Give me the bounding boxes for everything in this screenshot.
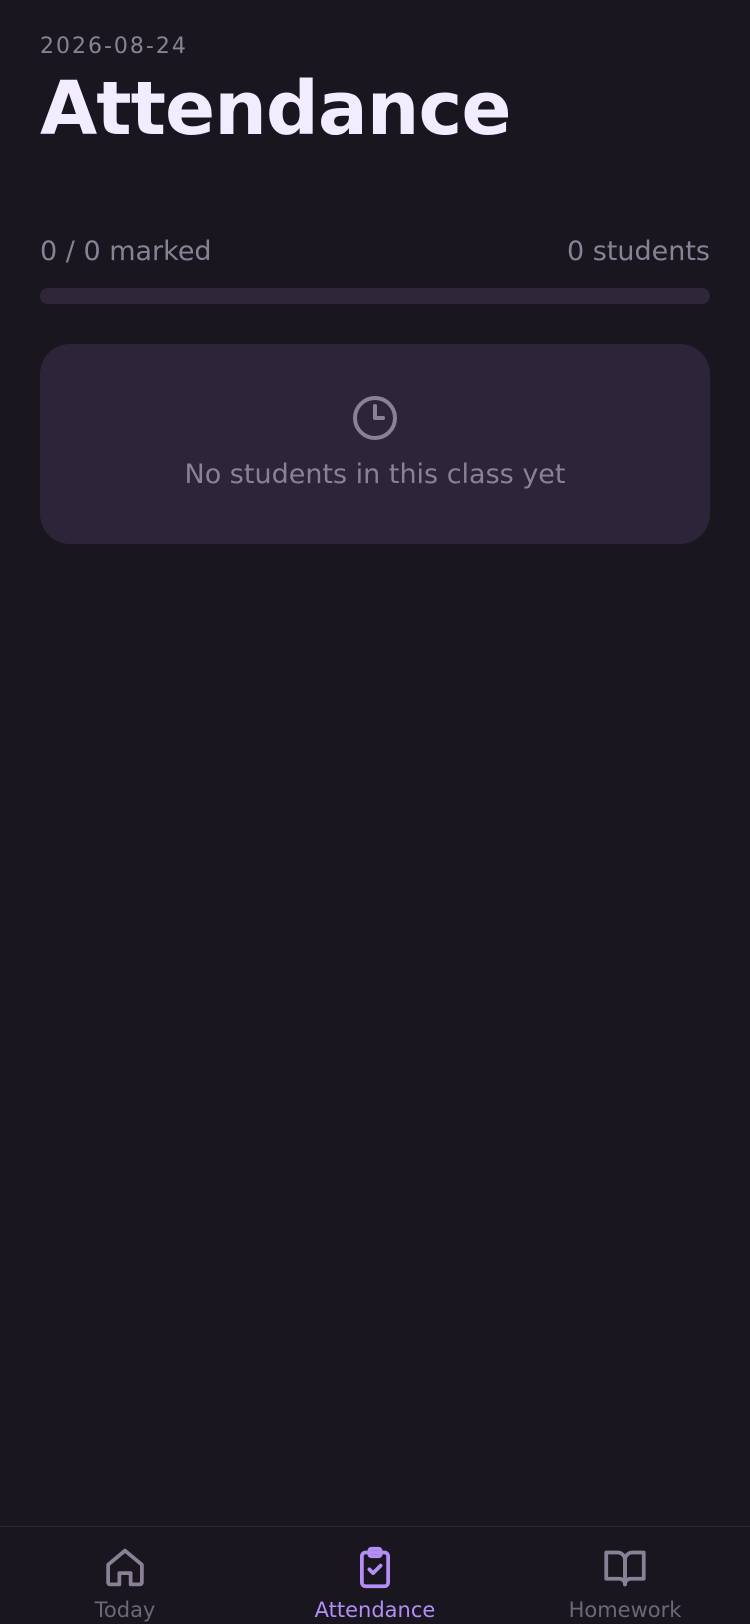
attendance-progress-bar	[40, 288, 710, 304]
tab-homework-label: Homework	[568, 1598, 682, 1622]
marked-count: 0 / 0 marked	[40, 236, 212, 267]
tab-today-label: Today	[94, 1598, 156, 1622]
student-count: 0 students	[566, 236, 710, 267]
empty-state-card: No students in this class yet	[40, 344, 710, 544]
bottom-tab-bar: Today Attendance Homework	[0, 1526, 750, 1624]
empty-state-message: No students in this class yet	[184, 459, 566, 490]
current-date: 2026-08-24	[40, 34, 188, 59]
tab-attendance[interactable]: Attendance	[250, 1527, 500, 1624]
page-header: 2026-08-24 Attendance	[40, 32, 710, 152]
tab-attendance-label: Attendance	[314, 1598, 436, 1622]
attendance-summary: 0 / 0 marked 0 students	[40, 232, 710, 272]
tab-today[interactable]: Today	[0, 1527, 250, 1624]
clock-icon	[353, 396, 397, 440]
clipboard-check-icon	[360, 1546, 390, 1589]
home-icon	[106, 1548, 144, 1587]
page-title: Attendance	[40, 66, 512, 152]
tab-homework[interactable]: Homework	[500, 1527, 750, 1624]
book-open-icon	[604, 1550, 646, 1587]
